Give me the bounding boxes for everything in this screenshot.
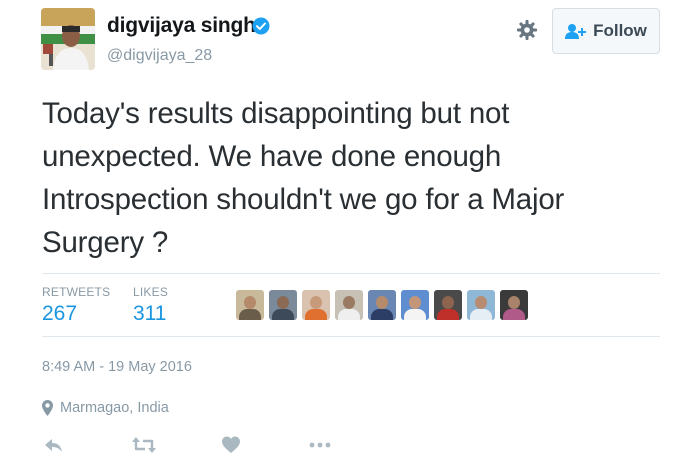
- reply-icon[interactable]: [44, 433, 64, 457]
- liker-avatars: [236, 290, 533, 320]
- liker-avatar-body: [305, 309, 327, 320]
- tweet-text: Today's results disappointing but not un…: [42, 92, 642, 264]
- more-icon[interactable]: [309, 433, 331, 457]
- liker-avatar[interactable]: [434, 290, 462, 320]
- liker-avatar[interactable]: [467, 290, 495, 320]
- user-handle[interactable]: @digvijaya_28: [107, 47, 212, 65]
- liker-avatar-head: [376, 296, 388, 309]
- liker-avatar-head: [475, 296, 487, 309]
- liker-avatar-body: [239, 309, 261, 320]
- liker-avatar-body: [404, 309, 426, 320]
- liker-avatar-head: [508, 296, 520, 309]
- liker-avatar-body: [338, 309, 360, 320]
- location-label: Marmagao, India: [60, 400, 169, 416]
- liker-avatar-body: [437, 309, 459, 320]
- likes-label[interactable]: LIKES: [133, 285, 168, 299]
- divider: [42, 273, 660, 274]
- liker-avatar-head: [244, 296, 256, 309]
- liker-avatar-head: [343, 296, 355, 309]
- display-name[interactable]: digvijaya singh: [107, 14, 256, 38]
- liker-avatar[interactable]: [500, 290, 528, 320]
- follow-button[interactable]: Follow: [552, 8, 660, 54]
- liker-avatar-body: [371, 309, 393, 320]
- liker-avatar-head: [277, 296, 289, 309]
- location-pin-icon: [42, 400, 53, 416]
- liker-avatar[interactable]: [401, 290, 429, 320]
- liker-avatar-head: [310, 296, 322, 309]
- retweets-label[interactable]: RETWEETS: [42, 285, 110, 299]
- gear-icon[interactable]: [516, 19, 538, 41]
- likes-count[interactable]: 311: [133, 302, 166, 326]
- tweet-location[interactable]: Marmagao, India: [42, 400, 169, 416]
- liker-avatar[interactable]: [269, 290, 297, 320]
- tweet-text-line: Today's results disappointing but not: [42, 97, 510, 130]
- divider: [42, 336, 660, 337]
- retweet-icon[interactable]: [132, 433, 156, 457]
- liker-avatar-head: [442, 296, 454, 309]
- liker-avatar[interactable]: [368, 290, 396, 320]
- liker-avatar-head: [409, 296, 421, 309]
- liker-avatar-body: [503, 309, 525, 320]
- follow-button-label: Follow: [593, 21, 647, 40]
- liker-avatar-body: [470, 309, 492, 320]
- verified-badge-icon: [252, 17, 270, 35]
- tweet-text-line: unexpected. We have done enough: [42, 140, 502, 173]
- avatar[interactable]: [41, 8, 95, 70]
- tweet-text-line: Surgery ?: [42, 226, 169, 259]
- liker-avatar-body: [272, 309, 294, 320]
- heart-icon[interactable]: [221, 433, 241, 457]
- follow-person-icon: [565, 24, 587, 39]
- liker-avatar[interactable]: [302, 290, 330, 320]
- retweets-count[interactable]: 267: [42, 302, 77, 326]
- liker-avatar[interactable]: [236, 290, 264, 320]
- liker-avatar[interactable]: [335, 290, 363, 320]
- tweet-text-line: Introspection shouldn't we go for a Majo…: [42, 183, 565, 216]
- tweet-timestamp[interactable]: 8:49 AM - 19 May 2016: [42, 359, 192, 375]
- avatar-image: [41, 8, 95, 70]
